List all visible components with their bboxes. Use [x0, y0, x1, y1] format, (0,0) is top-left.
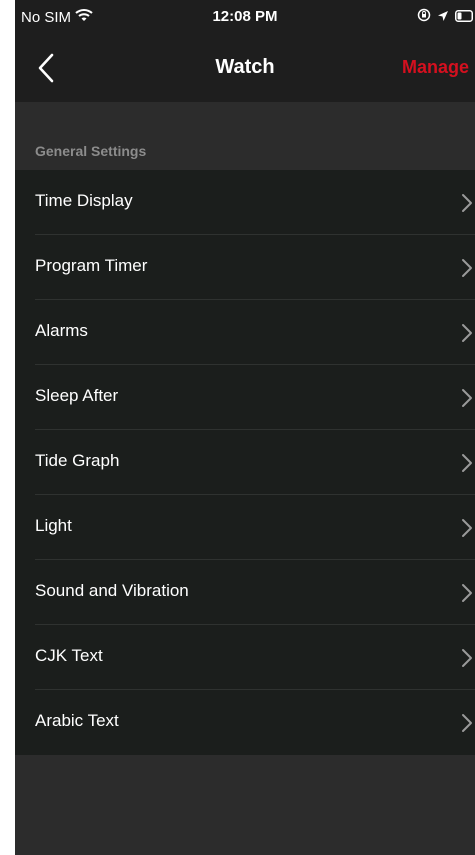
chevron-right-icon — [462, 714, 472, 732]
rotation-lock-icon — [417, 8, 431, 26]
settings-item-cjk-text[interactable]: CJK Text — [15, 625, 475, 690]
settings-item-label: Sound and Vibration — [35, 581, 189, 600]
settings-item-label: Sleep After — [35, 386, 119, 405]
settings-item-label: Alarms — [35, 321, 88, 340]
settings-item-label: Program Timer — [35, 256, 148, 275]
chevron-right-icon — [462, 324, 472, 342]
settings-item-tide-graph[interactable]: Tide Graph — [15, 430, 475, 495]
battery-icon — [455, 9, 473, 26]
settings-item-label: Arabic Text — [35, 711, 119, 730]
status-bar: No SIM 12:08 PM — [15, 0, 475, 34]
settings-item-label: Light — [35, 516, 72, 535]
location-arrow-icon — [437, 9, 449, 26]
settings-item-alarms[interactable]: Alarms — [15, 300, 475, 365]
chevron-right-icon — [462, 259, 472, 277]
phone-screen: No SIM 12:08 PM Watch Manage General Set… — [15, 0, 475, 855]
settings-list: Time Display Program Timer Alarms Sleep … — [15, 170, 475, 755]
section-header: General Settings — [35, 143, 147, 159]
manage-button[interactable]: Manage — [402, 57, 469, 78]
status-icons — [417, 8, 473, 26]
chevron-right-icon — [462, 519, 472, 537]
status-time: 12:08 PM — [212, 8, 278, 25]
settings-item-label: Tide Graph — [35, 451, 120, 470]
settings-item-label: Time Display — [35, 191, 133, 210]
chevron-right-icon — [462, 389, 472, 407]
chevron-right-icon — [462, 194, 472, 212]
settings-item-arabic-text[interactable]: Arabic Text — [15, 690, 475, 755]
settings-item-sleep-after[interactable]: Sleep After — [15, 365, 475, 430]
settings-item-sound-and-vibration[interactable]: Sound and Vibration — [15, 560, 475, 625]
chevron-right-icon — [462, 584, 472, 602]
settings-item-program-timer[interactable]: Program Timer — [15, 235, 475, 300]
navigation-bar: Watch Manage — [15, 34, 475, 102]
settings-item-time-display[interactable]: Time Display — [15, 170, 475, 235]
settings-item-label: CJK Text — [35, 646, 103, 665]
chevron-right-icon — [462, 454, 472, 472]
chevron-right-icon — [462, 649, 472, 667]
settings-item-light[interactable]: Light — [15, 495, 475, 560]
